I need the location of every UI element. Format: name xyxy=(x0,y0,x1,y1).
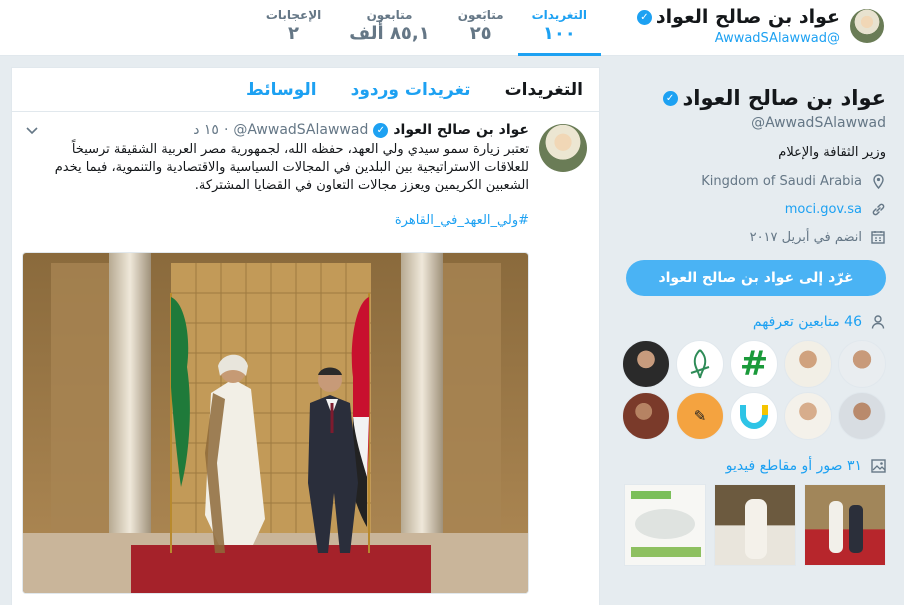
joined-text: انضم في أبريل ٢٠١٧ xyxy=(749,229,862,245)
media-thumbnail[interactable] xyxy=(624,484,706,566)
follower-avatar[interactable] xyxy=(730,392,778,440)
stat-label: التغريدات xyxy=(531,8,587,22)
follower-avatar[interactable] xyxy=(676,340,724,388)
verified-badge-icon: ✓ xyxy=(662,90,678,106)
follower-avatar[interactable]: ✎ xyxy=(676,392,724,440)
tweet-avatar[interactable] xyxy=(539,124,587,172)
stat-value: ٢ xyxy=(288,23,300,44)
profile-website[interactable]: moci.gov.sa xyxy=(616,200,886,218)
follower-avatar[interactable] xyxy=(838,392,886,440)
timeline: التغريدات تغريدات وردود الوسائط عواد بن … xyxy=(11,67,600,605)
header-name-text: عواد بن صالح العواد xyxy=(655,6,840,28)
profile-handle[interactable]: @AwwadSAlawwad xyxy=(616,115,886,131)
location-text: Kingdom of Saudi Arabia xyxy=(701,173,862,189)
media-thumbnails xyxy=(616,484,886,566)
stat-label: متابَعون xyxy=(457,8,504,22)
follower-avatar[interactable] xyxy=(784,340,832,388)
tab-tweets-replies[interactable]: تغريدات وردود xyxy=(351,80,471,100)
tweet-author-handle[interactable]: @AwwadSAlawwad xyxy=(233,122,368,138)
profile-stats: التغريدات ١٠٠ متابَعون ٢٥ متابعون ٨٥,١ أ… xyxy=(252,0,601,56)
image-icon xyxy=(870,458,886,474)
tweet-hashtag[interactable]: #ولي_العهد_في_القاهرة xyxy=(24,213,529,228)
timeline-tabs: التغريدات تغريدات وردود الوسائط xyxy=(12,68,599,112)
tweet-photo-image xyxy=(23,253,528,593)
follower-avatar[interactable]: # xyxy=(730,340,778,388)
chevron-down-icon[interactable] xyxy=(26,124,38,138)
stat-label: الإعجابات xyxy=(265,8,322,22)
tweet-separator: · xyxy=(223,122,229,138)
profile-nav-bar: عواد بن صالح العواد ✓ @AwwadSAlawwad الت… xyxy=(0,0,904,56)
profile-location: Kingdom of Saudi Arabia xyxy=(616,172,886,190)
tweet-to-button[interactable]: غرّد إلى عواد بن صالح العواد xyxy=(626,260,886,296)
tab-tweets[interactable]: التغريدات xyxy=(505,80,583,100)
stat-tweets[interactable]: التغريدات ١٠٠ xyxy=(517,0,601,56)
media-thumbnail[interactable] xyxy=(804,484,886,566)
tweet-header: عواد بن صالح العواد ✓ @AwwadSAlawwad · ١… xyxy=(24,122,529,138)
tab-media[interactable]: الوسائط xyxy=(246,80,317,100)
location-pin-icon xyxy=(870,173,886,189)
stat-value: ٨٥,١ ألف xyxy=(349,23,430,44)
verified-badge-icon: ✓ xyxy=(373,122,389,138)
tweet-photo[interactable] xyxy=(22,252,529,594)
followers-you-know-link[interactable]: 46 متابعين تعرفهم xyxy=(616,314,886,330)
verified-badge-icon: ✓ xyxy=(636,9,652,25)
website-link[interactable]: moci.gov.sa xyxy=(785,202,862,217)
tweet-text: تعتبر زيارة سمو سيدي ولي العهد، حفظه الل… xyxy=(54,142,529,193)
followers-you-know-text: 46 متابعين تعرفهم xyxy=(752,314,862,330)
stat-value: ٢٥ xyxy=(469,23,492,44)
header-handle[interactable]: @AwwadSAlawwad xyxy=(715,31,840,46)
calendar-icon xyxy=(870,229,886,245)
header-avatar[interactable] xyxy=(848,7,886,45)
profile-card: عواد بن صالح العواد ✓ @AwwadSAlawwad وزي… xyxy=(616,72,886,566)
media-link[interactable]: ٣١ صور أو مقاطع فيديو xyxy=(616,458,886,474)
link-icon xyxy=(870,201,886,217)
stat-value: ١٠٠ xyxy=(542,23,576,44)
follower-avatars: # ✎ xyxy=(616,340,886,440)
person-icon xyxy=(870,314,886,330)
media-count-text: ٣١ صور أو مقاطع فيديو xyxy=(725,458,862,474)
profile-bio: وزير الثقافة والإعلام xyxy=(778,145,886,160)
follower-avatar[interactable] xyxy=(622,392,670,440)
stat-followers[interactable]: متابعون ٨٥,١ ألف xyxy=(335,0,443,56)
tweet-timestamp[interactable]: ١٥ د xyxy=(193,122,219,138)
header-name[interactable]: عواد بن صالح العواد ✓ xyxy=(636,6,840,28)
stat-following[interactable]: متابَعون ٢٥ xyxy=(444,0,518,56)
tweet[interactable]: عواد بن صالح العواد ✓ @AwwadSAlawwad · ١… xyxy=(12,112,599,228)
stat-label: متابعون xyxy=(366,8,413,22)
follower-avatar[interactable] xyxy=(838,340,886,388)
profile-meta: Kingdom of Saudi Arabia moci.gov.sa انضم… xyxy=(616,172,886,246)
tweet-author-name[interactable]: عواد بن صالح العواد xyxy=(393,122,529,138)
profile-name-text: عواد بن صالح العواد xyxy=(682,86,886,110)
stat-likes[interactable]: الإعجابات ٢ xyxy=(252,0,335,56)
profile-name[interactable]: عواد بن صالح العواد ✓ xyxy=(616,86,886,110)
profile-joined: انضم في أبريل ٢٠١٧ xyxy=(616,228,886,246)
follower-avatar[interactable] xyxy=(784,392,832,440)
media-thumbnail[interactable] xyxy=(714,484,796,566)
follower-avatar[interactable] xyxy=(622,340,670,388)
